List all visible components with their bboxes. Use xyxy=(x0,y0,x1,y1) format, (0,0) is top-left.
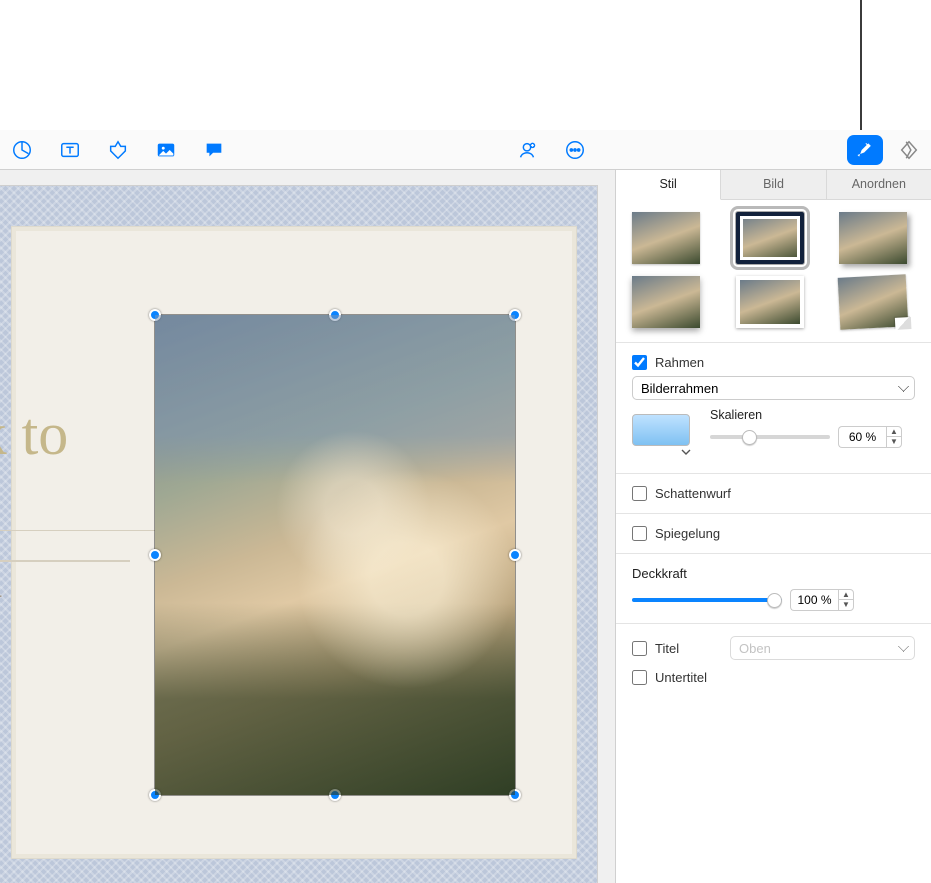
subtitle-checkbox-label: Untertitel xyxy=(655,670,707,685)
scale-stepper[interactable]: ▲▼ xyxy=(838,426,902,448)
title-position-popup: Oben xyxy=(730,636,915,660)
stepper-down[interactable]: ▼ xyxy=(839,600,853,610)
style-preset-3[interactable] xyxy=(839,212,907,264)
stepper-up[interactable]: ▲ xyxy=(839,590,853,600)
section-shadow: Schattenwurf xyxy=(616,473,931,513)
resize-handle-tl[interactable] xyxy=(149,309,161,321)
subtitle-checkbox[interactable]: Untertitel xyxy=(632,670,707,685)
section-border: Rahmen Bilderrahmen Skalieren xyxy=(616,342,931,473)
opacity-slider[interactable] xyxy=(632,598,782,602)
opacity-label: Deckkraft xyxy=(632,566,915,581)
shadow-checkbox-input[interactable] xyxy=(632,486,647,501)
scale-label: Skalieren xyxy=(710,408,915,422)
divider-line xyxy=(0,530,170,531)
section-title: Titel Oben Untertitel xyxy=(616,623,931,697)
title-checkbox[interactable]: Titel xyxy=(632,641,722,656)
toolbar xyxy=(0,130,931,170)
style-preset-2[interactable] xyxy=(736,212,804,264)
style-preset-1[interactable] xyxy=(632,212,700,264)
border-type-popup[interactable]: Bilderrahmen xyxy=(632,376,915,400)
stepper-down[interactable]: ▼ xyxy=(887,437,901,447)
resize-handle-tm[interactable] xyxy=(329,309,341,321)
format-icon[interactable] xyxy=(847,135,883,165)
text-box-icon[interactable] xyxy=(58,138,82,162)
inspector-tabs: Stil Bild Anordnen xyxy=(616,170,931,200)
comment-icon[interactable] xyxy=(202,138,226,162)
animate-icon[interactable] xyxy=(897,138,921,162)
collaborate-icon[interactable] xyxy=(515,138,539,162)
resize-handle-tr[interactable] xyxy=(509,309,521,321)
pie-chart-icon[interactable] xyxy=(10,138,34,162)
reflection-checkbox-label: Spiegelung xyxy=(655,526,720,541)
shadow-checkbox[interactable]: Schattenwurf xyxy=(632,486,915,501)
scale-slider[interactable] xyxy=(710,435,830,439)
section-reflection: Spiegelung xyxy=(616,513,931,553)
resize-handle-mr[interactable] xyxy=(509,549,521,561)
more-icon[interactable] xyxy=(563,138,587,162)
reflection-checkbox-input[interactable] xyxy=(632,526,647,541)
resize-handle-bl[interactable] xyxy=(149,789,161,801)
shadow-checkbox-label: Schattenwurf xyxy=(655,486,731,501)
opacity-value-field[interactable] xyxy=(790,589,838,611)
border-checkbox[interactable]: Rahmen xyxy=(632,355,915,370)
resize-handle-bm[interactable] xyxy=(329,789,341,801)
subtitle-checkbox-input[interactable] xyxy=(632,670,647,685)
border-checkbox-label: Rahmen xyxy=(655,355,704,370)
chevron-down-icon[interactable] xyxy=(680,446,692,458)
placeholder-heading[interactable]: ck to xyxy=(0,400,68,469)
reflection-checkbox[interactable]: Spiegelung xyxy=(632,526,915,541)
resize-handle-ml[interactable] xyxy=(149,549,161,561)
title-checkbox-label: Titel xyxy=(655,641,679,656)
shape-icon[interactable] xyxy=(106,138,130,162)
style-preset-6[interactable] xyxy=(838,274,909,329)
title-checkbox-input[interactable] xyxy=(632,641,647,656)
slide-canvas[interactable]: ck to edit xyxy=(0,170,616,883)
style-preset-5[interactable] xyxy=(736,276,804,328)
section-opacity: Deckkraft ▲▼ xyxy=(616,553,931,623)
callout-line xyxy=(860,0,862,130)
selected-image[interactable] xyxy=(155,315,515,795)
style-preset-grid xyxy=(616,200,931,342)
style-preset-4[interactable] xyxy=(632,276,700,328)
scale-value-field[interactable] xyxy=(838,426,886,448)
tab-style[interactable]: Stil xyxy=(616,170,721,200)
placeholder-subheading[interactable]: edit xyxy=(0,560,130,620)
resize-handle-br[interactable] xyxy=(509,789,521,801)
stepper-up[interactable]: ▲ xyxy=(887,427,901,437)
opacity-stepper[interactable]: ▲▼ xyxy=(790,589,854,611)
tab-arrange[interactable]: Anordnen xyxy=(827,170,931,199)
border-checkbox-input[interactable] xyxy=(632,355,647,370)
media-icon[interactable] xyxy=(154,138,178,162)
border-color-well[interactable] xyxy=(632,414,690,446)
format-inspector: Stil Bild Anordnen Rahmen Bilderrahmen xyxy=(616,170,931,883)
tab-image[interactable]: Bild xyxy=(721,170,826,199)
